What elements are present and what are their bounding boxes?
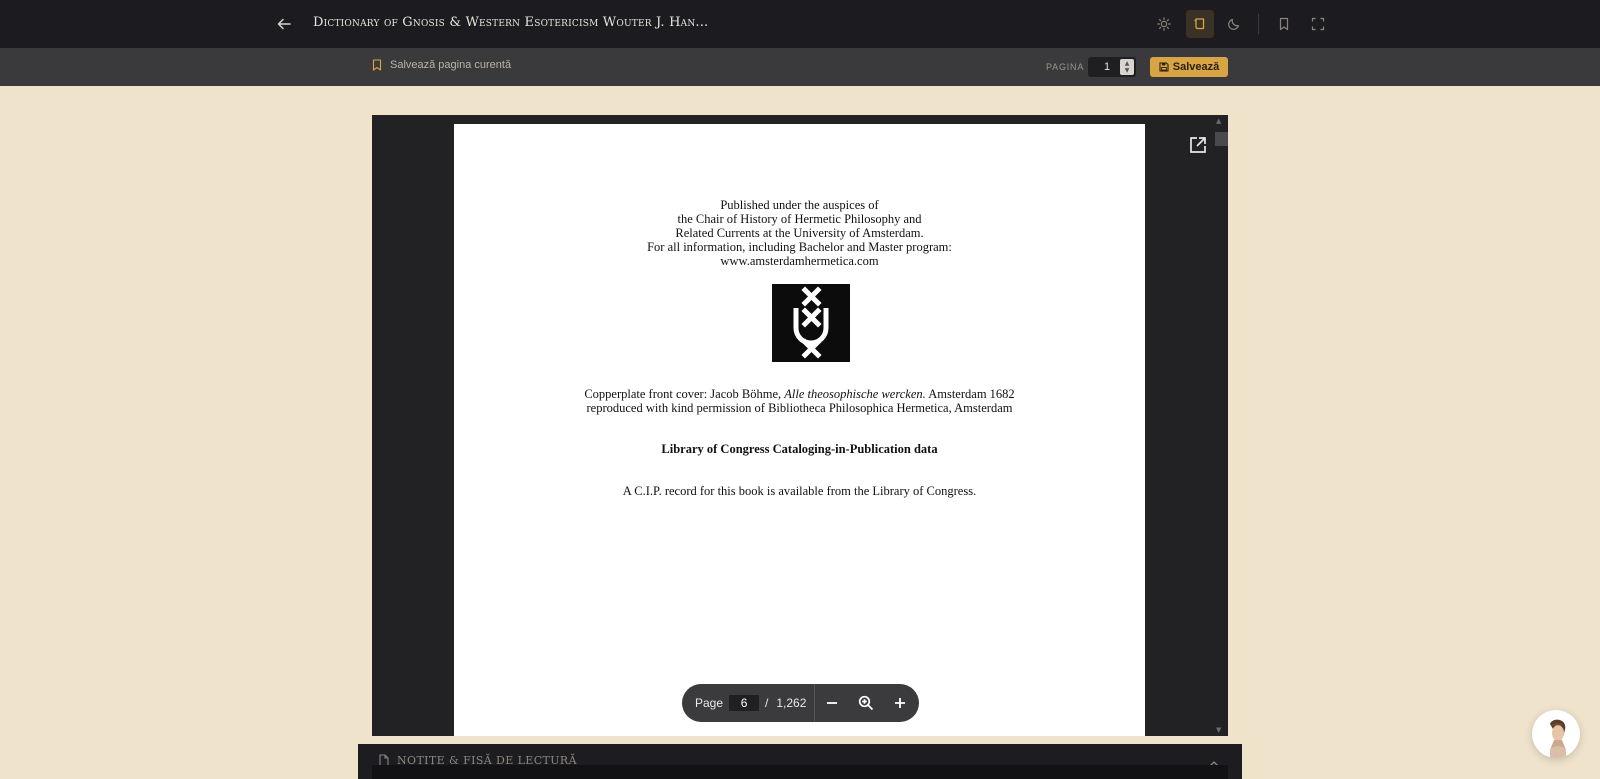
imprint-website: www.amsterdamhermetica.com xyxy=(720,254,879,268)
imprint-line-1: Published under the auspices of xyxy=(720,198,879,212)
scroll-down-icon[interactable]: ▼ xyxy=(1216,726,1221,734)
cover-credit-line-2: reproduced with kind permission of Bibli… xyxy=(586,401,1013,415)
minus-icon xyxy=(827,702,838,704)
floppy-disk-icon xyxy=(1159,62,1169,72)
fullscreen-button[interactable] xyxy=(1304,10,1332,38)
sepia-theme-button[interactable] xyxy=(1186,10,1214,38)
save-current-page-label: Salvează pagina curentă xyxy=(390,59,512,71)
university-of-amsterdam-logo xyxy=(772,284,850,362)
cover-credit-place: Amsterdam 1682 xyxy=(925,387,1015,401)
notes-panel: NOTIȚE & FIȘĂ DE LECTURĂ xyxy=(358,744,1242,779)
imprint-line-2: the Chair of History of Hermetic Philoso… xyxy=(677,212,922,226)
page-navigation-toolbar: Page 6 / 1,262 xyxy=(682,684,919,722)
imprint-line-3: Related Currents at the University of Am… xyxy=(675,226,924,240)
assistant-avatar[interactable] xyxy=(1532,710,1580,758)
open-external-button[interactable] xyxy=(1186,133,1210,157)
bookmark-icon xyxy=(1279,17,1289,31)
sepia-book-icon xyxy=(1194,18,1205,30)
light-theme-button[interactable] xyxy=(1150,10,1178,38)
bookmark-icon xyxy=(372,59,382,71)
open-external-icon xyxy=(1190,137,1206,153)
pdf-page: Published under the auspices of the Chai… xyxy=(454,124,1145,736)
top-header: Dictionary of Gnosis & Western Esoterici… xyxy=(0,0,1600,48)
current-page-input[interactable]: 6 xyxy=(729,695,760,711)
imprint-line-4: For all information, including Bachelor … xyxy=(647,240,952,254)
viewer-scrollbar[interactable]: ▲ ▼ xyxy=(1213,115,1228,736)
stepper-down-icon[interactable]: ▼ xyxy=(1125,67,1130,74)
zoom-icon xyxy=(859,695,874,711)
sun-icon xyxy=(1157,17,1171,31)
stepper-up-icon[interactable]: ▲ xyxy=(1125,60,1130,67)
total-pages: 1,262 xyxy=(776,696,807,710)
page-save-bar: Salvează pagina curentă PAGINA 1 ▲ ▼ Sal… xyxy=(0,48,1600,86)
page-nav-label: Page xyxy=(695,696,724,710)
page-separator: / xyxy=(765,696,769,710)
document-title: Dictionary of Gnosis & Western Esoterici… xyxy=(313,15,709,30)
toolbar-divider xyxy=(1258,14,1259,34)
zoom-out-button[interactable] xyxy=(815,684,849,722)
plus-icon xyxy=(895,698,906,708)
moon-icon xyxy=(1228,18,1240,30)
page-number-stepper[interactable]: ▲ ▼ xyxy=(1120,59,1134,75)
notes-content-area[interactable] xyxy=(372,765,1228,779)
fullscreen-icon xyxy=(1311,17,1325,31)
cover-credit-text: Copperplate front cover: Jacob Böhme, xyxy=(584,387,785,401)
cover-credit-line-1: Copperplate front cover: Jacob Böhme, Al… xyxy=(454,387,1145,402)
page-number-label: PAGINA xyxy=(1046,62,1085,72)
dark-theme-button[interactable] xyxy=(1220,10,1248,38)
scroll-up-icon[interactable]: ▲ xyxy=(1216,117,1221,125)
scrollbar-thumb[interactable] xyxy=(1215,132,1228,146)
arrow-left-icon xyxy=(277,18,291,30)
bookmark-button[interactable] xyxy=(1270,10,1298,38)
assistant-portrait-icon xyxy=(1550,719,1566,758)
cip-heading: Library of Congress Cataloging-in-Public… xyxy=(661,442,938,456)
save-current-page-link[interactable]: Salvează pagina curentă xyxy=(372,59,511,71)
zoom-in-button[interactable] xyxy=(883,684,917,722)
pdf-viewer[interactable]: Published under the auspices of the Chai… xyxy=(372,115,1228,736)
cip-text: A C.I.P. record for this book is availab… xyxy=(622,484,977,498)
save-button[interactable]: Salvează xyxy=(1150,57,1228,77)
save-button-label: Salvează xyxy=(1172,61,1220,73)
back-button[interactable] xyxy=(272,12,296,36)
cover-credit-book-title: Alle theosophische wercken. xyxy=(784,387,926,401)
zoom-button[interactable] xyxy=(849,684,883,722)
